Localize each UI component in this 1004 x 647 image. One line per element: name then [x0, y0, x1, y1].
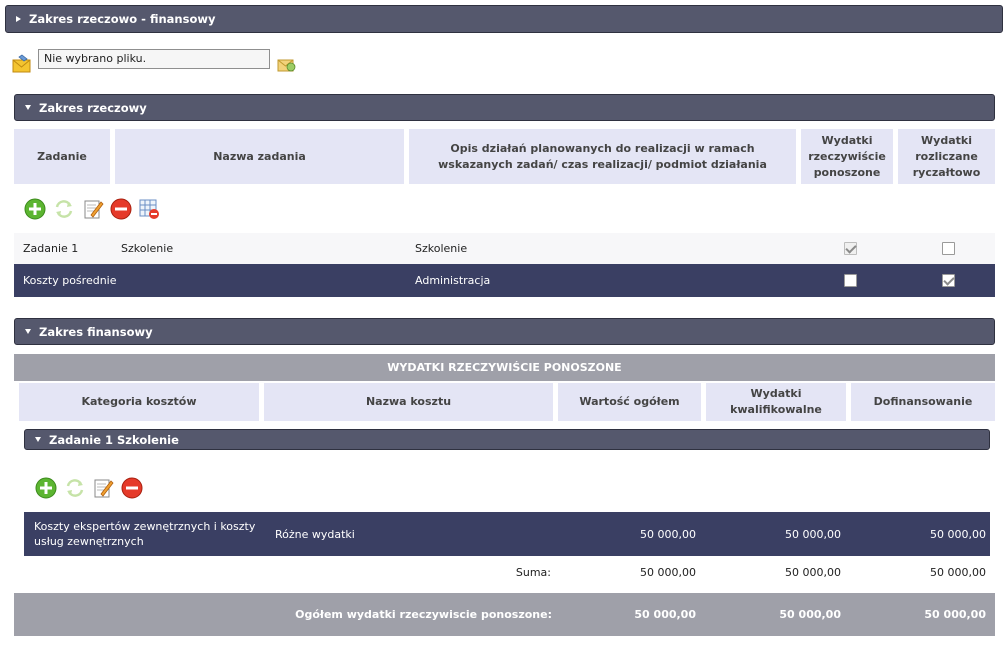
table-remove-icon[interactable]: [138, 198, 160, 220]
cell-nazwa-kosztu: Różne wydatki: [275, 527, 355, 541]
edit-icon[interactable]: [92, 477, 114, 499]
total-kwalifikowalne: 50 000,00: [779, 608, 841, 621]
upload-icon[interactable]: [275, 52, 297, 74]
column-header-kwalifikowalne: Wydatki kwalifikowalne: [706, 383, 846, 421]
cell-zadanie: Zadanie 1: [23, 242, 79, 255]
total-label: Ogółem wydatki rzeczywiscie ponoszone:: [295, 608, 552, 621]
cell-nazwa-zadania: Szkolenie: [121, 242, 174, 255]
subsection-zadanie-1[interactable]: Zadanie 1 Szkolenie: [24, 429, 990, 450]
cell-zadanie: Koszty pośrednie: [23, 274, 117, 287]
collapse-arrow-icon: [16, 16, 21, 22]
total-wartosc: 50 000,00: [634, 608, 696, 621]
refresh-icon[interactable]: [53, 198, 75, 220]
checkbox-wydatki-ryczaltowo[interactable]: [942, 242, 955, 255]
remove-icon[interactable]: [110, 198, 132, 220]
checkbox-wydatki-ryczaltowo[interactable]: [942, 274, 955, 287]
cell-dofinansowanie: 50 000,00: [930, 527, 986, 541]
file-name-field[interactable]: Nie wybrano pliku.: [38, 49, 270, 69]
expand-arrow-icon: [35, 437, 41, 442]
edit-icon[interactable]: [82, 198, 104, 220]
cell-kategoria: Koszty ekspertów zewnętrznych i koszty u…: [34, 520, 256, 548]
section-zakres-rzeczowy[interactable]: Zakres rzeczowy: [14, 94, 995, 121]
column-header-zadanie: Zadanie: [14, 129, 110, 184]
expand-arrow-icon: [25, 329, 31, 334]
column-header-opis: Opis działań planowanych do realizacji w…: [409, 129, 796, 184]
cell-kwalifikowalne: 50 000,00: [785, 527, 841, 541]
checkbox-wydatki-rzeczywiscie[interactable]: [844, 242, 857, 255]
column-header-nazwa-kosztu: Nazwa kosztu: [264, 383, 553, 421]
checkbox-wydatki-rzeczywiscie[interactable]: [844, 274, 857, 287]
suma-dofinansowanie: 50 000,00: [930, 565, 986, 579]
add-icon[interactable]: [35, 477, 57, 499]
section-title: Zakres rzeczowo - finansowy: [29, 12, 216, 26]
total-dofinansowanie: 50 000,00: [924, 608, 986, 621]
suma-wartosc: 50 000,00: [640, 565, 696, 579]
section-zakres-finansowy[interactable]: Zakres finansowy: [14, 318, 995, 345]
column-header-wydatki-ryczaltowo: Wydatki rozliczane ryczałtowo: [898, 129, 995, 184]
remove-icon[interactable]: [121, 477, 143, 499]
column-header-kategoria: Kategoria kosztów: [19, 383, 259, 421]
expand-arrow-icon: [25, 105, 31, 110]
refresh-icon[interactable]: [64, 477, 86, 499]
column-header-nazwa-zadania: Nazwa zadania: [115, 129, 404, 184]
add-icon[interactable]: [24, 198, 46, 220]
cell-opis: Szkolenie: [415, 242, 468, 255]
group-header: WYDATKI RZECZYWIŚCIE PONOSZONE: [14, 354, 995, 381]
subsection-title: Zadanie 1 Szkolenie: [49, 432, 179, 447]
cell-opis: Administracja: [415, 274, 491, 287]
section-zakres-rzeczowo-finansowy[interactable]: Zakres rzeczowo - finansowy: [5, 5, 1003, 33]
section-title: Zakres rzeczowy: [39, 100, 147, 115]
column-header-wartosc: Wartość ogółem: [558, 383, 701, 421]
envelope-icon: [12, 54, 31, 73]
suma-label: Suma:: [515, 565, 551, 579]
column-header-dofinansowanie: Dofinansowanie: [851, 383, 995, 421]
column-header-wydatki-rzeczywiscie: Wydatki rzeczywiście ponoszone: [801, 129, 893, 184]
suma-kwalifikowalne: 50 000,00: [785, 565, 841, 579]
section-title: Zakres finansowy: [39, 324, 153, 339]
cell-wartosc: 50 000,00: [640, 527, 696, 541]
